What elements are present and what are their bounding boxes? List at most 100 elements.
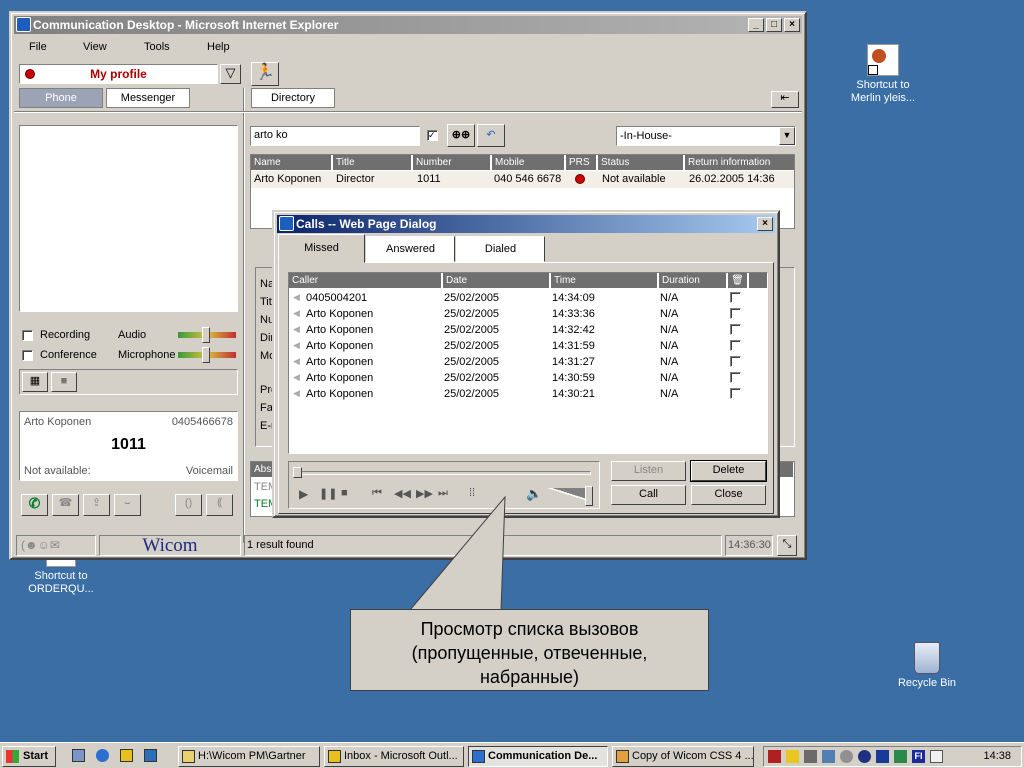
exit-runner-button[interactable]: 🏃 — [251, 62, 279, 86]
select-checkbox[interactable] — [730, 372, 741, 383]
close-button[interactable]: × — [784, 18, 800, 32]
undo-icon[interactable]: ↶ — [477, 124, 505, 147]
progress-track[interactable] — [295, 471, 591, 475]
task-outlook[interactable]: Inbox - Microsoft Outl... — [324, 746, 464, 767]
trash-icon[interactable]: 🗑 — [728, 273, 748, 288]
volume-thumb[interactable] — [585, 486, 593, 506]
recording-checkbox[interactable] — [22, 330, 33, 341]
select-checkbox[interactable] — [730, 292, 741, 303]
tools-icon[interactable] — [894, 750, 907, 763]
desktop-icon[interactable] — [72, 749, 85, 762]
hangup-icon[interactable]: ☎ — [52, 494, 79, 516]
task-gartner[interactable]: H:\Wicom PM\Gartner — [178, 746, 320, 767]
table-row[interactable]: ◀ 0405004201 25/02/2005 14:34:09 N/A — [289, 291, 767, 307]
antivirus-icon[interactable] — [876, 750, 889, 763]
tab-phone[interactable]: Phone — [19, 88, 103, 108]
app-launch-icon[interactable] — [144, 749, 157, 762]
chevron-down-icon[interactable]: ▼ — [779, 127, 795, 145]
speaker-icon[interactable]: ◀ — [293, 356, 300, 367]
select-checkbox[interactable] — [730, 388, 741, 399]
conference-call-icon[interactable]: () — [175, 494, 202, 516]
task-communication-desktop[interactable]: Communication De... — [468, 746, 608, 767]
dialog-close-button[interactable]: × — [757, 217, 773, 231]
dialog-titlebar[interactable]: Calls -- Web Page Dialog × — [277, 215, 775, 233]
tab-dialed[interactable]: Dialed — [456, 236, 545, 262]
col-title[interactable]: Title — [333, 155, 412, 170]
table-row[interactable]: ◀ Arto Koponen 25/02/2005 14:31:59 N/A — [289, 339, 767, 355]
close-dialog-button[interactable]: Close — [691, 485, 766, 505]
col-time[interactable]: Time — [551, 273, 658, 288]
tab-messenger[interactable]: Messenger — [106, 88, 190, 108]
table-row[interactable]: ◀ Arto Koponen 25/02/2005 14:30:59 N/A — [289, 371, 767, 387]
speaker-icon[interactable]: ◀ — [293, 308, 300, 319]
binoculars-search-button[interactable]: ⊕⊕ — [447, 124, 475, 147]
collapse-panel-button[interactable]: ⇤ — [771, 91, 799, 108]
col-duration[interactable]: Duration — [659, 273, 727, 288]
col-name[interactable]: Name — [251, 155, 332, 170]
desktop-icon-orderqu[interactable]: Shortcut to ORDERQU... — [16, 555, 106, 596]
menu-file[interactable]: File — [29, 41, 47, 53]
tab-answered[interactable]: Answered — [366, 236, 455, 262]
profile-dropdown-button[interactable]: ▽ — [220, 64, 241, 84]
video-camera-icon[interactable]: ■ — [51, 372, 77, 392]
ie-launch-icon[interactable] — [96, 749, 109, 762]
col-return[interactable]: Return information — [685, 155, 794, 170]
col-prs[interactable]: PRS — [566, 155, 597, 170]
desktop-icon-merlin[interactable]: ↗ Shortcut to Merlin yleis... — [838, 44, 928, 105]
speaker-icon[interactable]: ◀ — [293, 388, 300, 399]
progress-thumb[interactable] — [293, 467, 302, 478]
tab-directory[interactable]: Directory — [251, 88, 335, 108]
select-checkbox[interactable] — [730, 340, 741, 351]
microphone-slider[interactable] — [178, 347, 236, 363]
speaker-icon[interactable]: ◀ — [293, 340, 300, 351]
moon-icon[interactable] — [858, 750, 871, 763]
speaker-icon[interactable]: ◀ — [293, 292, 300, 303]
listen-button[interactable]: Listen — [611, 461, 686, 481]
table-row[interactable]: Arto Koponen Director 1011 040 546 6678 … — [251, 171, 794, 188]
minimize-button[interactable]: _ — [748, 18, 764, 32]
volume-icon[interactable]: 🔈 — [526, 486, 542, 502]
clock[interactable]: 14:38 — [983, 750, 1011, 762]
outlook-launch-icon[interactable] — [120, 749, 133, 762]
play-icon[interactable]: ▶ — [299, 487, 308, 501]
menu-view[interactable]: View — [83, 41, 107, 53]
select-checkbox[interactable] — [730, 308, 741, 319]
skip-back-icon[interactable]: ⏮ — [372, 487, 382, 500]
stop-icon[interactable]: ■ — [341, 487, 348, 499]
language-indicator[interactable]: FI — [912, 750, 925, 763]
hold-icon[interactable]: ⌣ — [114, 494, 141, 516]
speaker-icon[interactable]: ◀ — [293, 372, 300, 383]
menu-tools[interactable]: Tools — [144, 41, 170, 53]
col-number[interactable]: Number — [413, 155, 491, 170]
pause-icon[interactable]: ❚❚ — [319, 487, 337, 500]
transfer-icon[interactable]: ⇪ — [83, 494, 110, 516]
answer-icon[interactable]: ✆ — [21, 494, 48, 516]
col-date[interactable]: Date — [443, 273, 550, 288]
shield-icon[interactable] — [768, 750, 781, 763]
speaker-icon[interactable]: ◀ — [293, 324, 300, 335]
col-caller[interactable]: Caller — [289, 273, 442, 288]
table-row[interactable]: ◀ Arto Koponen 25/02/2005 14:32:42 N/A — [289, 323, 767, 339]
delete-button[interactable]: Delete — [690, 460, 767, 482]
col-mobile[interactable]: Mobile — [492, 155, 565, 170]
resize-icon[interactable]: ⤡ — [777, 535, 797, 556]
desktop-icon-recycle-bin[interactable]: Recycle Bin — [882, 642, 972, 690]
search-input[interactable]: arto ko — [250, 126, 420, 146]
profile-select[interactable]: My profile — [19, 64, 218, 84]
start-button[interactable]: Start — [2, 746, 56, 767]
tab-missed[interactable]: Missed — [278, 234, 365, 263]
monitor-icon[interactable] — [822, 750, 835, 763]
table-row[interactable]: ◀ Arto Koponen 25/02/2005 14:30:21 N/A — [289, 387, 767, 403]
maximize-button[interactable]: □ — [766, 18, 782, 32]
sync-icon[interactable] — [840, 750, 853, 763]
filter-select[interactable]: -In-House- ▼ — [616, 126, 796, 146]
keypad-icon[interactable]: ▦ — [22, 372, 48, 392]
forward-icon[interactable]: ⟪ — [206, 494, 233, 516]
volume-icon[interactable] — [786, 750, 799, 763]
select-checkbox[interactable] — [730, 356, 741, 367]
search-checkbox[interactable]: ✓ — [427, 130, 438, 141]
table-row[interactable]: ◀ Arto Koponen 25/02/2005 14:33:36 N/A — [289, 307, 767, 323]
audio-slider[interactable] — [178, 327, 236, 343]
task-wicom-css[interactable]: Copy of Wicom CSS 4 ... — [612, 746, 754, 767]
menu-help[interactable]: Help — [207, 41, 230, 53]
